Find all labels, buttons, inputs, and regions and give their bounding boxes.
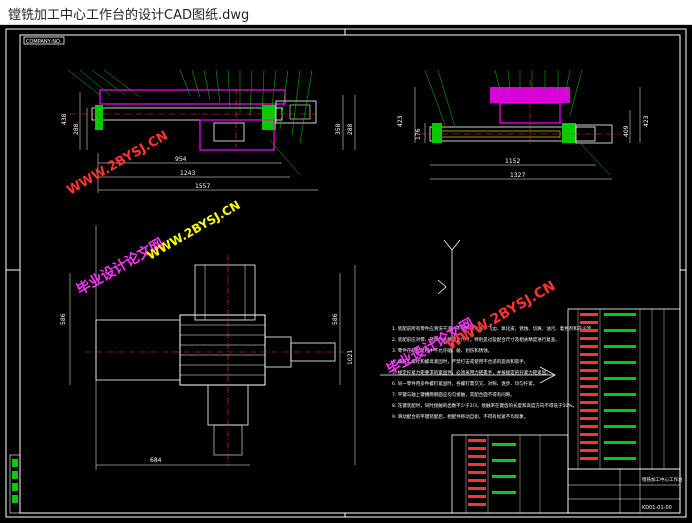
tech-note: 8. 花键装配时，同时接触的齿数不少于2/3，接触率在键齿的长度和高度方向不得低… [392, 402, 577, 409]
dim-side-left-b: 176 [415, 128, 422, 140]
title-block-name: 镗铣加工中心工作台 [642, 476, 683, 483]
front-rail [91, 107, 283, 121]
title-block-code: KD01-01-00 [642, 505, 672, 511]
top-column [194, 264, 256, 321]
parts-list [567, 308, 681, 470]
dim-954: 954 [175, 156, 187, 163]
left-strip-table [9, 454, 21, 514]
top-table [179, 314, 266, 386]
dim-1327: 1327 [510, 172, 525, 179]
frame-label: COMPANY·NO· [26, 39, 62, 45]
front-dimension-lines [79, 92, 356, 193]
dim-side-right-b: 423 [643, 115, 650, 127]
dim-top-left: 586 [60, 313, 67, 325]
window-title: 镗铣加工中心工作台的设计CAD图纸.dwg [8, 8, 250, 23]
side-view[interactable]: 1152 1327 423 176 409 423 [397, 69, 650, 180]
tech-note: 6. 同一零件用多件螺钉紧固时，各螺钉需交叉、对称、逐步、均匀拧紧。 [392, 380, 537, 387]
title-block: 镗铣加工中心工作台 KD01-01-00 [567, 468, 683, 514]
cad-drawing[interactable]: COMPANY·NO· 954 1243 1557 438 288 358 28… [0, 25, 692, 523]
watermark: WWW.2BYSJ.CN [65, 128, 171, 198]
watermark: 毕业设计论文网 [74, 235, 167, 299]
dim-1557: 1557 [195, 183, 210, 190]
dim-top-bottom: 684 [150, 457, 162, 464]
front-nut-housing [213, 122, 245, 142]
dim-side-left-a: 423 [397, 115, 404, 127]
side-right-bearing [562, 123, 576, 143]
dim-front-left-a: 438 [61, 113, 68, 125]
watermark: WWW.2BYSJ.CN [145, 198, 243, 263]
tech-note: 7. 平键与轴上键槽两侧面应均匀接触，其配合面不得有间隙。 [392, 391, 515, 398]
dim-side-right-a: 409 [623, 125, 630, 137]
dim-top-right-b: 1021 [347, 350, 354, 365]
cad-viewport[interactable]: COMPANY·NO· 954 1243 1557 438 288 358 28… [0, 25, 692, 523]
dim-1243: 1243 [180, 170, 195, 177]
window-titlebar: 镗铣加工中心工作台的设计CAD图纸.dwg [0, 0, 692, 25]
dim-front-left-b: 288 [73, 123, 80, 135]
dim-front-right-b: 288 [347, 123, 354, 135]
side-left-bearing [432, 123, 442, 143]
tech-notes: 1. 装配前所有零件应清洗干净，不允许有毛刺、飞边、氧化皮、锈蚀、切屑、油污、着… [392, 325, 596, 420]
dim-top-right-a: 586 [332, 313, 339, 325]
front-table-top [99, 89, 286, 105]
tech-note: 9. 滑动配合的平键装配后，相配件移动自如，不得有松紧不均现象。 [392, 413, 528, 420]
dim-1152: 1152 [505, 158, 520, 165]
front-left-support [95, 105, 103, 130]
revision-table [451, 434, 569, 514]
tech-note: 5. 规定拧紧力矩要求的紧固件，必须采用力矩扳手，并按规定的拧紧力矩紧固。 [392, 369, 551, 376]
top-view[interactable]: 586 586 1021 684 [60, 225, 356, 470]
front-motor-end [289, 104, 311, 120]
top-left-motor [95, 319, 181, 381]
dim-front-right-a: 358 [335, 123, 342, 135]
